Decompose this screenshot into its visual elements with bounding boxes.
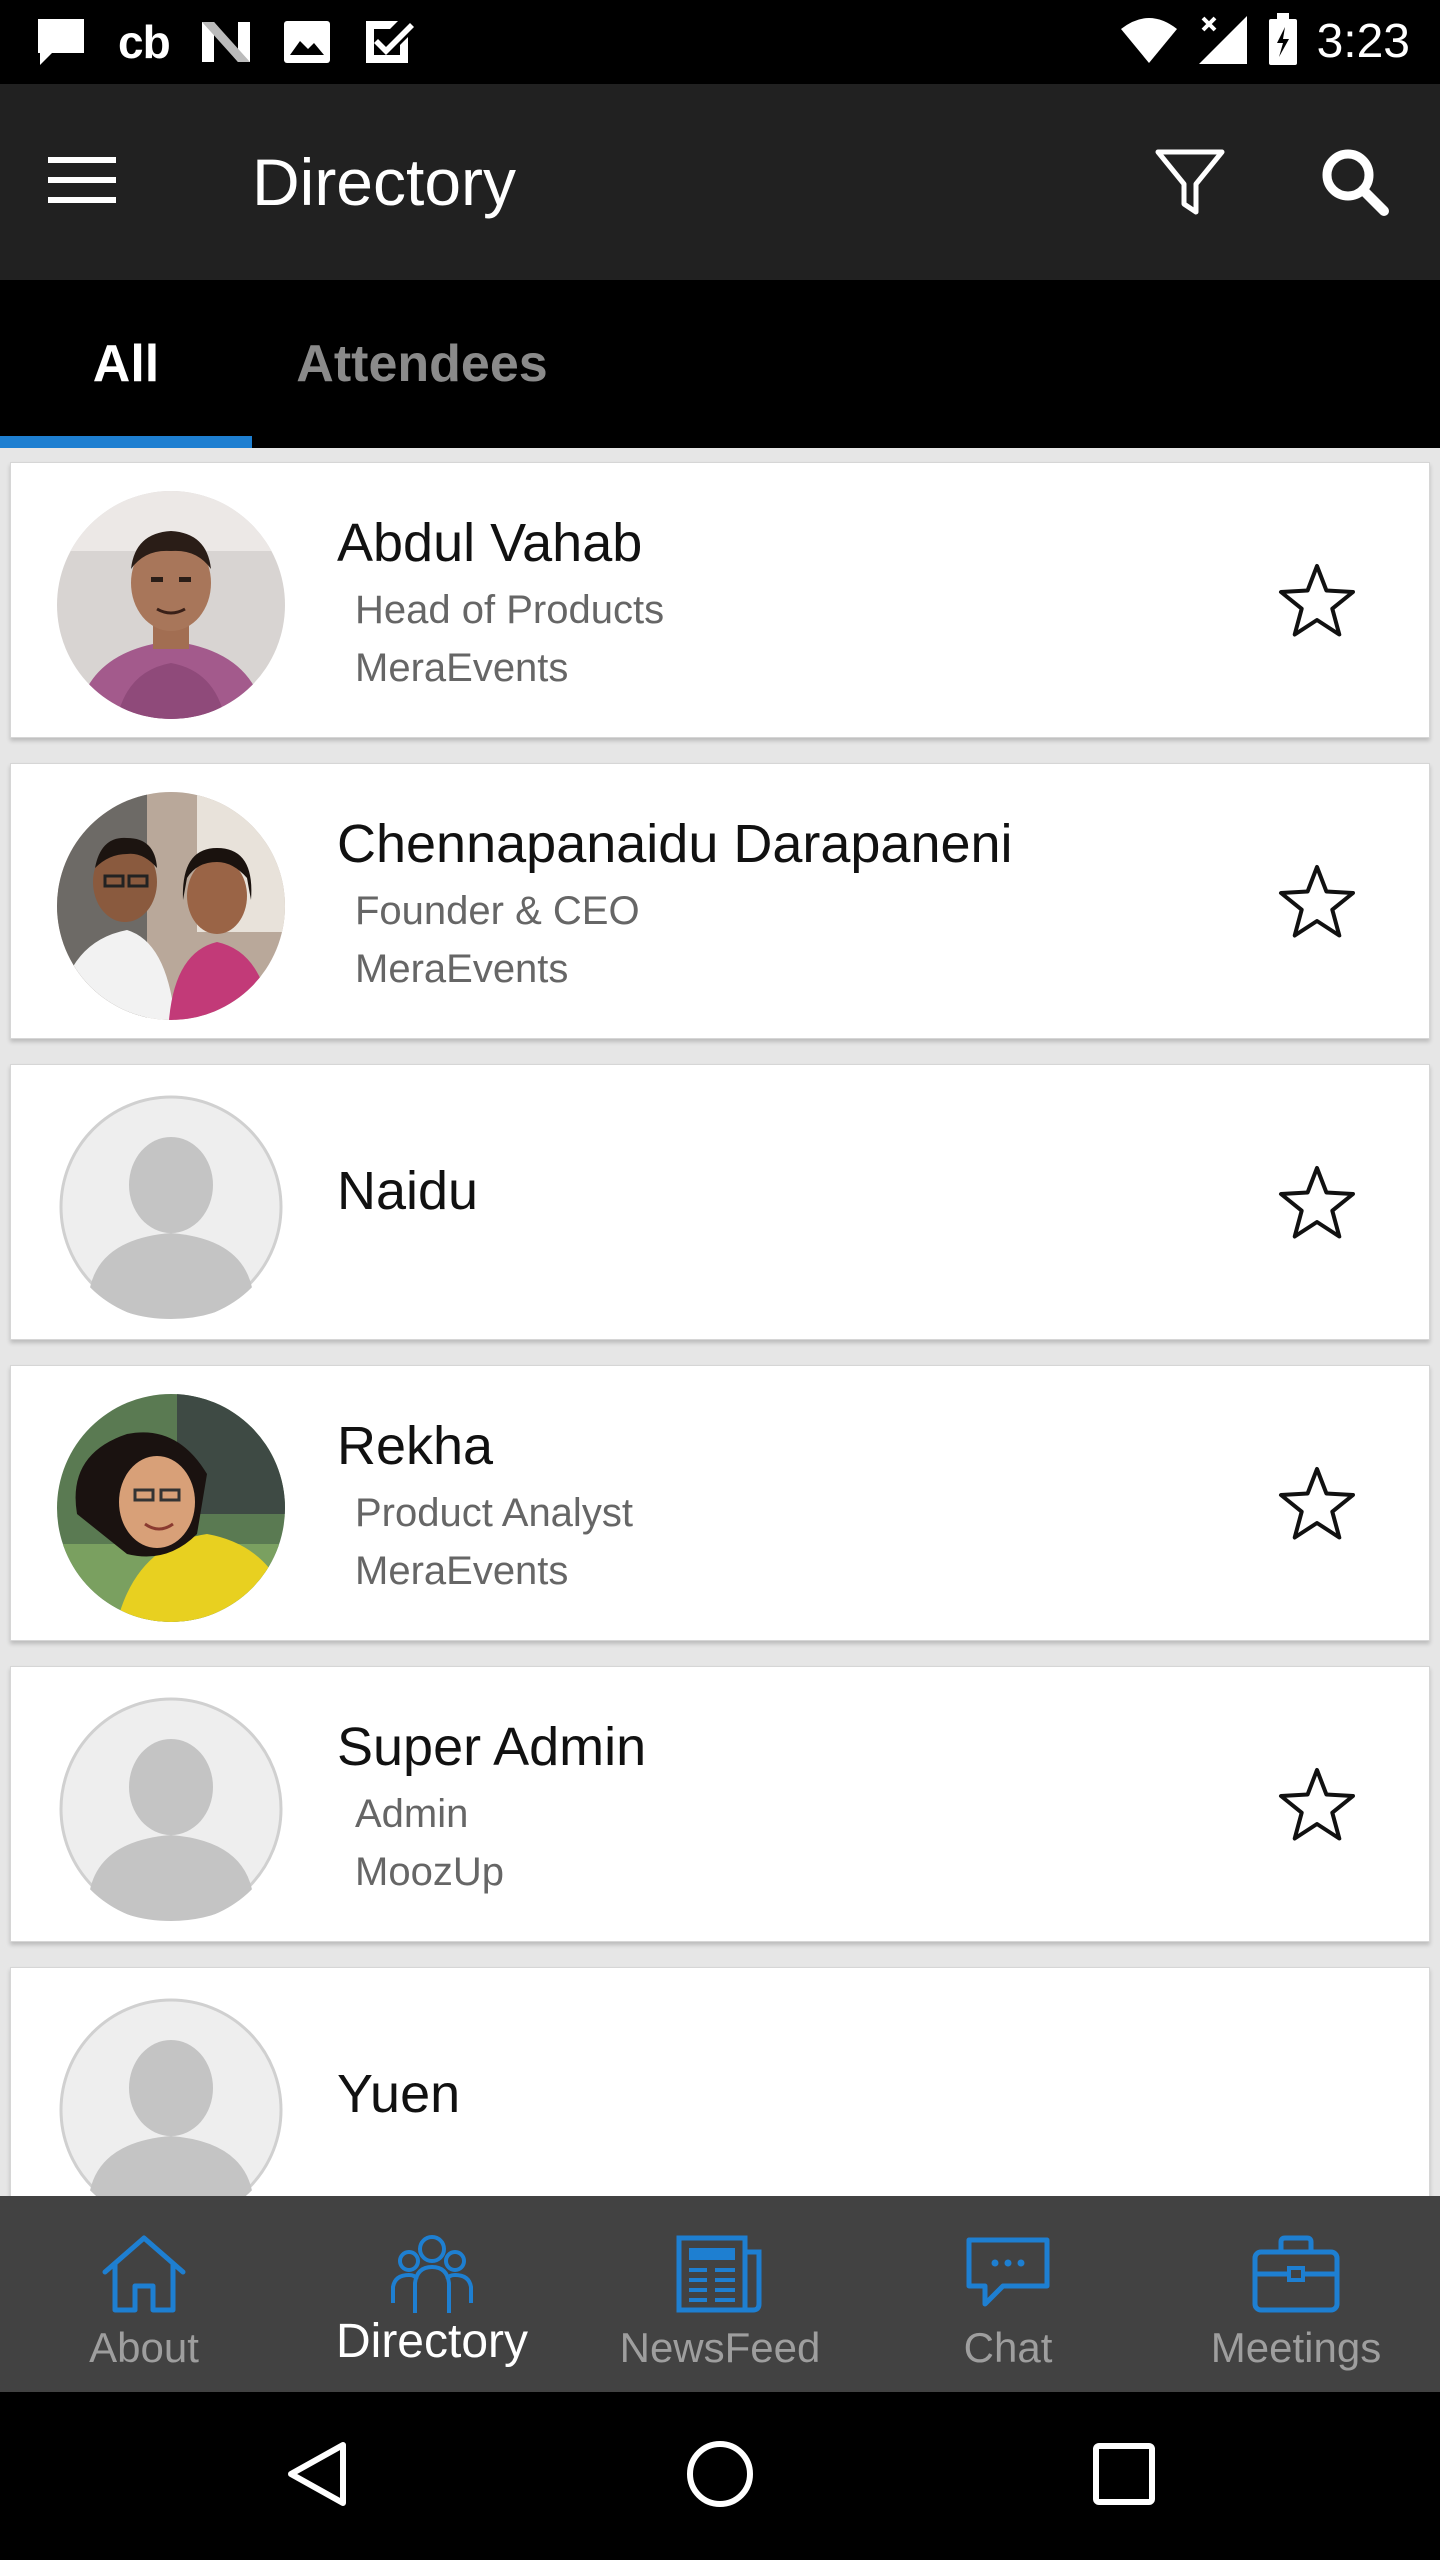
avatar	[57, 792, 285, 1020]
nav-label: Meetings	[1210, 2324, 1382, 2371]
home-button[interactable]	[670, 2426, 770, 2526]
star-icon	[1277, 1465, 1357, 1548]
favorite-button[interactable]	[1269, 1157, 1365, 1253]
avatar	[57, 1394, 285, 1622]
avatar-placeholder	[57, 1093, 285, 1321]
star-icon	[1277, 863, 1357, 946]
avatar-placeholder	[57, 1996, 285, 2196]
person-role: Product Analyst	[355, 1491, 633, 1535]
system-nav-bar	[0, 2392, 1440, 2560]
person-name: Naidu	[337, 1161, 479, 1221]
recents-button[interactable]	[1074, 2426, 1174, 2526]
person-card[interactable]: Rekha Product Analyst MeraEvents	[10, 1365, 1430, 1641]
back-button[interactable]	[266, 2426, 366, 2526]
person-company: MeraEvents	[355, 947, 569, 991]
tab-bar: All Attendees	[0, 280, 1440, 448]
directory-list[interactable]: Abdul Vahab Head of Products MeraEvents	[0, 448, 1440, 2196]
person-name: Super Admin	[337, 1717, 647, 1777]
newspaper-icon	[576, 2224, 864, 2324]
favorite-button[interactable]	[1269, 1458, 1365, 1554]
image-icon	[282, 19, 332, 65]
bottom-nav: About Directory NewsFeed Chat Meetings	[0, 2196, 1440, 2392]
person-name: Abdul Vahab	[337, 513, 643, 573]
person-card[interactable]: Abdul Vahab Head of Products MeraEvents	[10, 462, 1430, 738]
person-name: Chennapanaidu Darapaneni	[337, 814, 1013, 874]
favorite-button[interactable]	[1269, 856, 1365, 952]
message-icon	[34, 15, 88, 69]
status-bar: cb 3:23	[0, 0, 1440, 84]
n-icon	[200, 18, 252, 66]
system-status: 3:23	[1119, 12, 1410, 72]
home-icon	[0, 2224, 288, 2324]
person-card[interactable]: Chennapanaidu Darapaneni Founder & CEO M…	[10, 763, 1430, 1039]
nav-chat[interactable]: Chat	[864, 2196, 1152, 2392]
favorite-button[interactable]	[1269, 555, 1365, 651]
nav-meetings[interactable]: Meetings	[1152, 2196, 1440, 2392]
signal-icon	[1197, 14, 1249, 71]
avatar-placeholder	[57, 1695, 285, 1923]
search-button[interactable]	[1305, 134, 1405, 234]
favorite-button[interactable]	[1269, 1759, 1365, 1855]
nav-newsfeed[interactable]: NewsFeed	[576, 2196, 864, 2392]
person-company: MeraEvents	[355, 1549, 569, 1593]
star-icon	[1277, 562, 1357, 645]
tab-all[interactable]: All	[0, 280, 252, 448]
menu-icon	[48, 155, 116, 210]
search-icon	[1320, 147, 1390, 222]
active-tab-indicator	[0, 436, 252, 448]
person-company: MoozUp	[355, 1850, 504, 1894]
home-circle-icon	[685, 2439, 755, 2514]
filter-icon	[1154, 146, 1226, 223]
star-icon	[1277, 1766, 1357, 1849]
recents-icon	[1092, 2442, 1156, 2511]
person-name: Yuen	[337, 2064, 461, 2124]
nav-directory[interactable]: Directory	[288, 2196, 576, 2392]
briefcase-icon	[1152, 2224, 1440, 2324]
person-role: Admin	[355, 1792, 469, 1836]
filter-button[interactable]	[1140, 134, 1240, 234]
page-title: Directory	[252, 145, 517, 219]
star-icon	[1277, 1164, 1357, 1247]
person-card[interactable]: Naidu	[10, 1064, 1430, 1340]
nav-about[interactable]: About	[0, 2196, 288, 2392]
notification-icons: cb	[34, 14, 414, 70]
chat-icon	[864, 2224, 1152, 2324]
tab-attendees[interactable]: Attendees	[252, 280, 592, 448]
person-company: MeraEvents	[355, 646, 569, 690]
app-bar: Directory	[0, 84, 1440, 280]
menu-button[interactable]	[48, 142, 148, 222]
person-role: Founder & CEO	[355, 889, 640, 933]
person-name: Rekha	[337, 1416, 494, 1476]
check-icon	[362, 17, 414, 67]
wifi-icon	[1119, 15, 1179, 70]
nav-label: Directory	[335, 2315, 529, 2368]
person-card[interactable]: Yuen	[10, 1967, 1430, 2196]
clock: 3:23	[1316, 15, 1410, 68]
back-icon	[281, 2439, 351, 2514]
cb-icon: cb	[118, 16, 171, 68]
person-role: Head of Products	[355, 588, 665, 632]
screen: cb 3:23 Directory All Attendees Abdul Va…	[0, 0, 1440, 2560]
people-icon	[288, 2224, 576, 2324]
avatar	[57, 491, 285, 719]
nav-label: Chat	[963, 2324, 1053, 2371]
nav-label: About	[89, 2324, 199, 2371]
nav-label: NewsFeed	[619, 2324, 821, 2371]
battery-icon	[1267, 12, 1299, 72]
person-card[interactable]: Super Admin Admin MoozUp	[10, 1666, 1430, 1942]
